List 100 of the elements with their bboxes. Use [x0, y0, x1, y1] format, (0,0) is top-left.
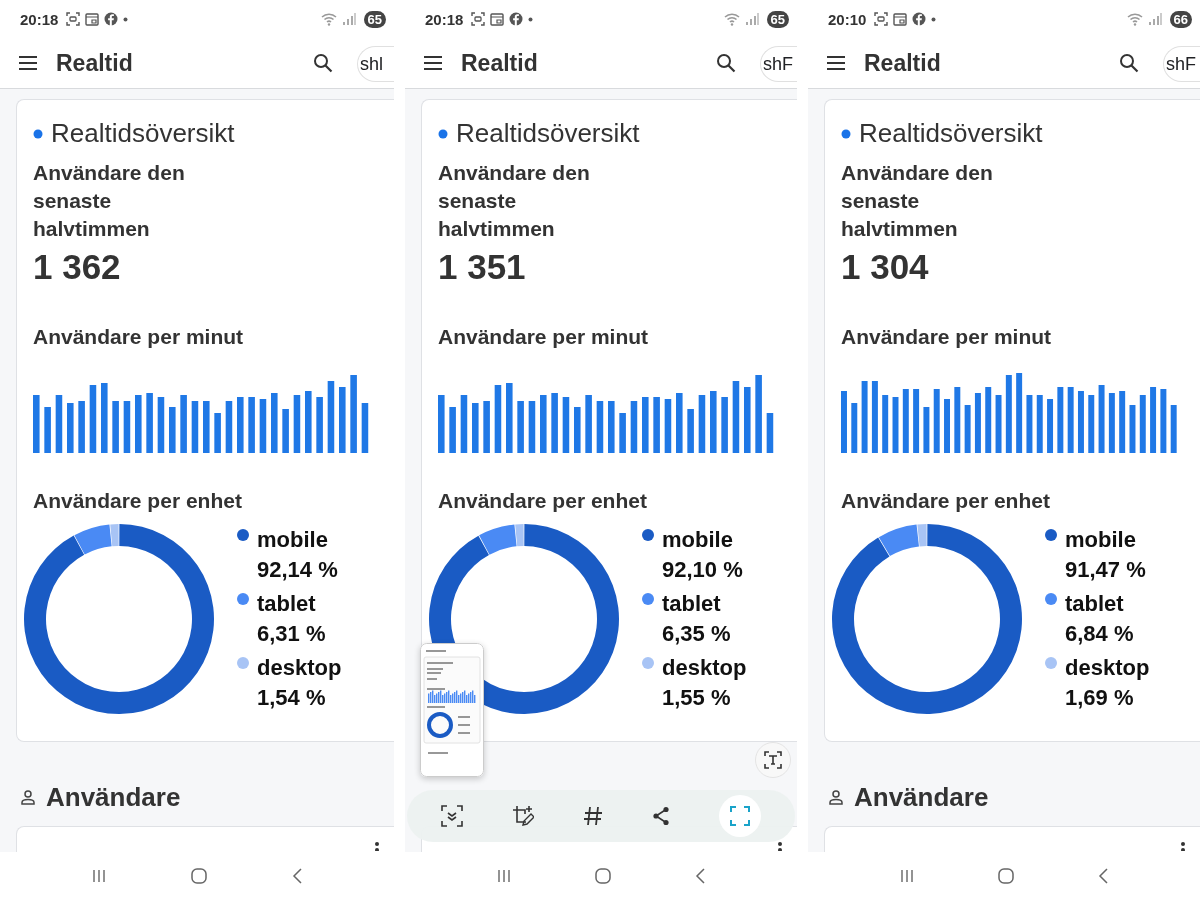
share-icon[interactable]	[651, 806, 670, 826]
account-avatar[interactable]: shF	[760, 46, 797, 82]
minute-bar	[1067, 387, 1074, 453]
legend-label: desktop	[662, 654, 747, 682]
live-dot-icon	[438, 128, 448, 139]
scroll-capture-icon[interactable]	[441, 805, 464, 827]
back-icon[interactable]	[1097, 867, 1109, 885]
minute-bar	[112, 401, 119, 453]
back-icon[interactable]	[694, 867, 706, 885]
hashtag-icon[interactable]	[583, 806, 603, 826]
window-icon	[85, 12, 100, 26]
live-dot-icon	[33, 128, 43, 139]
minute-bar	[1119, 391, 1126, 453]
home-icon[interactable]	[190, 867, 208, 885]
wifi-icon	[1126, 12, 1143, 26]
card-title: Realtidsöversikt	[456, 118, 640, 149]
card-title: Realtidsöversikt	[51, 118, 235, 149]
legend-label: tablet	[1065, 590, 1125, 618]
menu-icon[interactable]	[826, 55, 846, 71]
minute-bar	[214, 413, 221, 453]
more-icon[interactable]	[777, 841, 783, 851]
metric-value: 1 362	[33, 247, 122, 287]
minute-bar	[1057, 387, 1064, 453]
minute-bar	[744, 387, 751, 453]
card-title: Realtidsöversikt	[859, 118, 1043, 149]
page-title: Realtid	[56, 49, 133, 77]
capture-frame-icon	[729, 806, 750, 826]
minute-bar	[732, 381, 740, 453]
chart-title: Användare per enhet	[33, 489, 243, 513]
status-time: 20:18	[20, 10, 59, 28]
metric-label: Användare den senaste halvtimmen	[33, 160, 186, 242]
more-icon[interactable]	[374, 841, 380, 851]
chart-title: Användare per enhet	[438, 489, 648, 513]
legend-label: mobile	[662, 526, 734, 554]
crop-edit-icon[interactable]	[512, 805, 535, 827]
screenshot-thumbnail-drawing[interactable]	[420, 643, 484, 777]
more-icon[interactable]	[1180, 841, 1186, 851]
minute-bar	[123, 401, 131, 453]
capture-button[interactable]	[718, 795, 761, 837]
recent-apps-icon[interactable]	[496, 868, 512, 884]
battery-percentage: 65	[363, 10, 386, 28]
minute-bar	[293, 395, 301, 453]
minute-bar	[1047, 399, 1054, 453]
minute-bar	[494, 385, 502, 453]
legend-label: tablet	[662, 590, 722, 618]
minute-bar	[55, 395, 63, 453]
minute-bar	[630, 401, 638, 453]
menu-icon[interactable]	[18, 55, 38, 71]
window-icon	[490, 12, 505, 26]
minute-bar	[157, 397, 165, 453]
search-icon[interactable]	[313, 53, 333, 73]
facebook-icon	[912, 12, 927, 26]
minute-bar	[44, 407, 51, 453]
recent-apps-icon[interactable]	[91, 868, 108, 884]
minute-bar	[225, 401, 233, 453]
minute-bar	[902, 389, 909, 453]
facebook-icon	[104, 12, 119, 26]
legend-value: 6,35 %	[662, 620, 731, 648]
legend-label: desktop	[257, 654, 342, 682]
minute-bar	[339, 387, 346, 453]
minute-bar	[203, 401, 210, 453]
minute-bar	[766, 413, 774, 453]
minute-bar	[101, 383, 108, 453]
minute-bar	[248, 397, 255, 453]
minute-bar	[1129, 405, 1136, 453]
search-icon[interactable]	[716, 53, 736, 73]
search-icon[interactable]	[1119, 53, 1139, 73]
legend-value: 92,10 %	[662, 556, 743, 584]
home-icon[interactable]	[997, 867, 1015, 885]
minute-bar	[882, 395, 889, 453]
window-icon	[893, 12, 908, 26]
signal-icon	[1147, 13, 1162, 25]
minute-bar	[517, 401, 524, 453]
minute-bar	[237, 397, 244, 453]
legend-value: 1,55 %	[662, 684, 732, 712]
minute-bar	[449, 407, 456, 453]
minute-bar	[146, 393, 153, 453]
back-icon[interactable]	[290, 867, 303, 885]
screenshot-icon	[471, 12, 486, 26]
minute-bar	[851, 403, 858, 453]
minute-bar	[135, 395, 142, 453]
home-icon[interactable]	[594, 867, 612, 885]
screenshot-icon	[66, 12, 81, 26]
minute-bar	[1150, 387, 1157, 453]
account-avatar[interactable]: shl	[357, 46, 394, 82]
wifi-icon	[320, 12, 337, 26]
minute-bar	[596, 401, 604, 453]
minute-bar	[1036, 395, 1043, 453]
minute-bar	[892, 397, 899, 453]
menu-icon[interactable]	[423, 55, 443, 71]
minute-bar	[89, 385, 97, 453]
section-title: Användare	[854, 781, 989, 813]
recent-apps-icon[interactable]	[899, 868, 915, 884]
extract-text-button[interactable]	[755, 742, 791, 778]
legend-value: 6,31 %	[257, 620, 326, 648]
minute-bar	[619, 413, 626, 453]
person-icon	[828, 789, 844, 805]
account-avatar[interactable]: shF	[1163, 46, 1200, 82]
minute-bar	[698, 395, 706, 453]
status-time: 20:18	[425, 10, 464, 28]
